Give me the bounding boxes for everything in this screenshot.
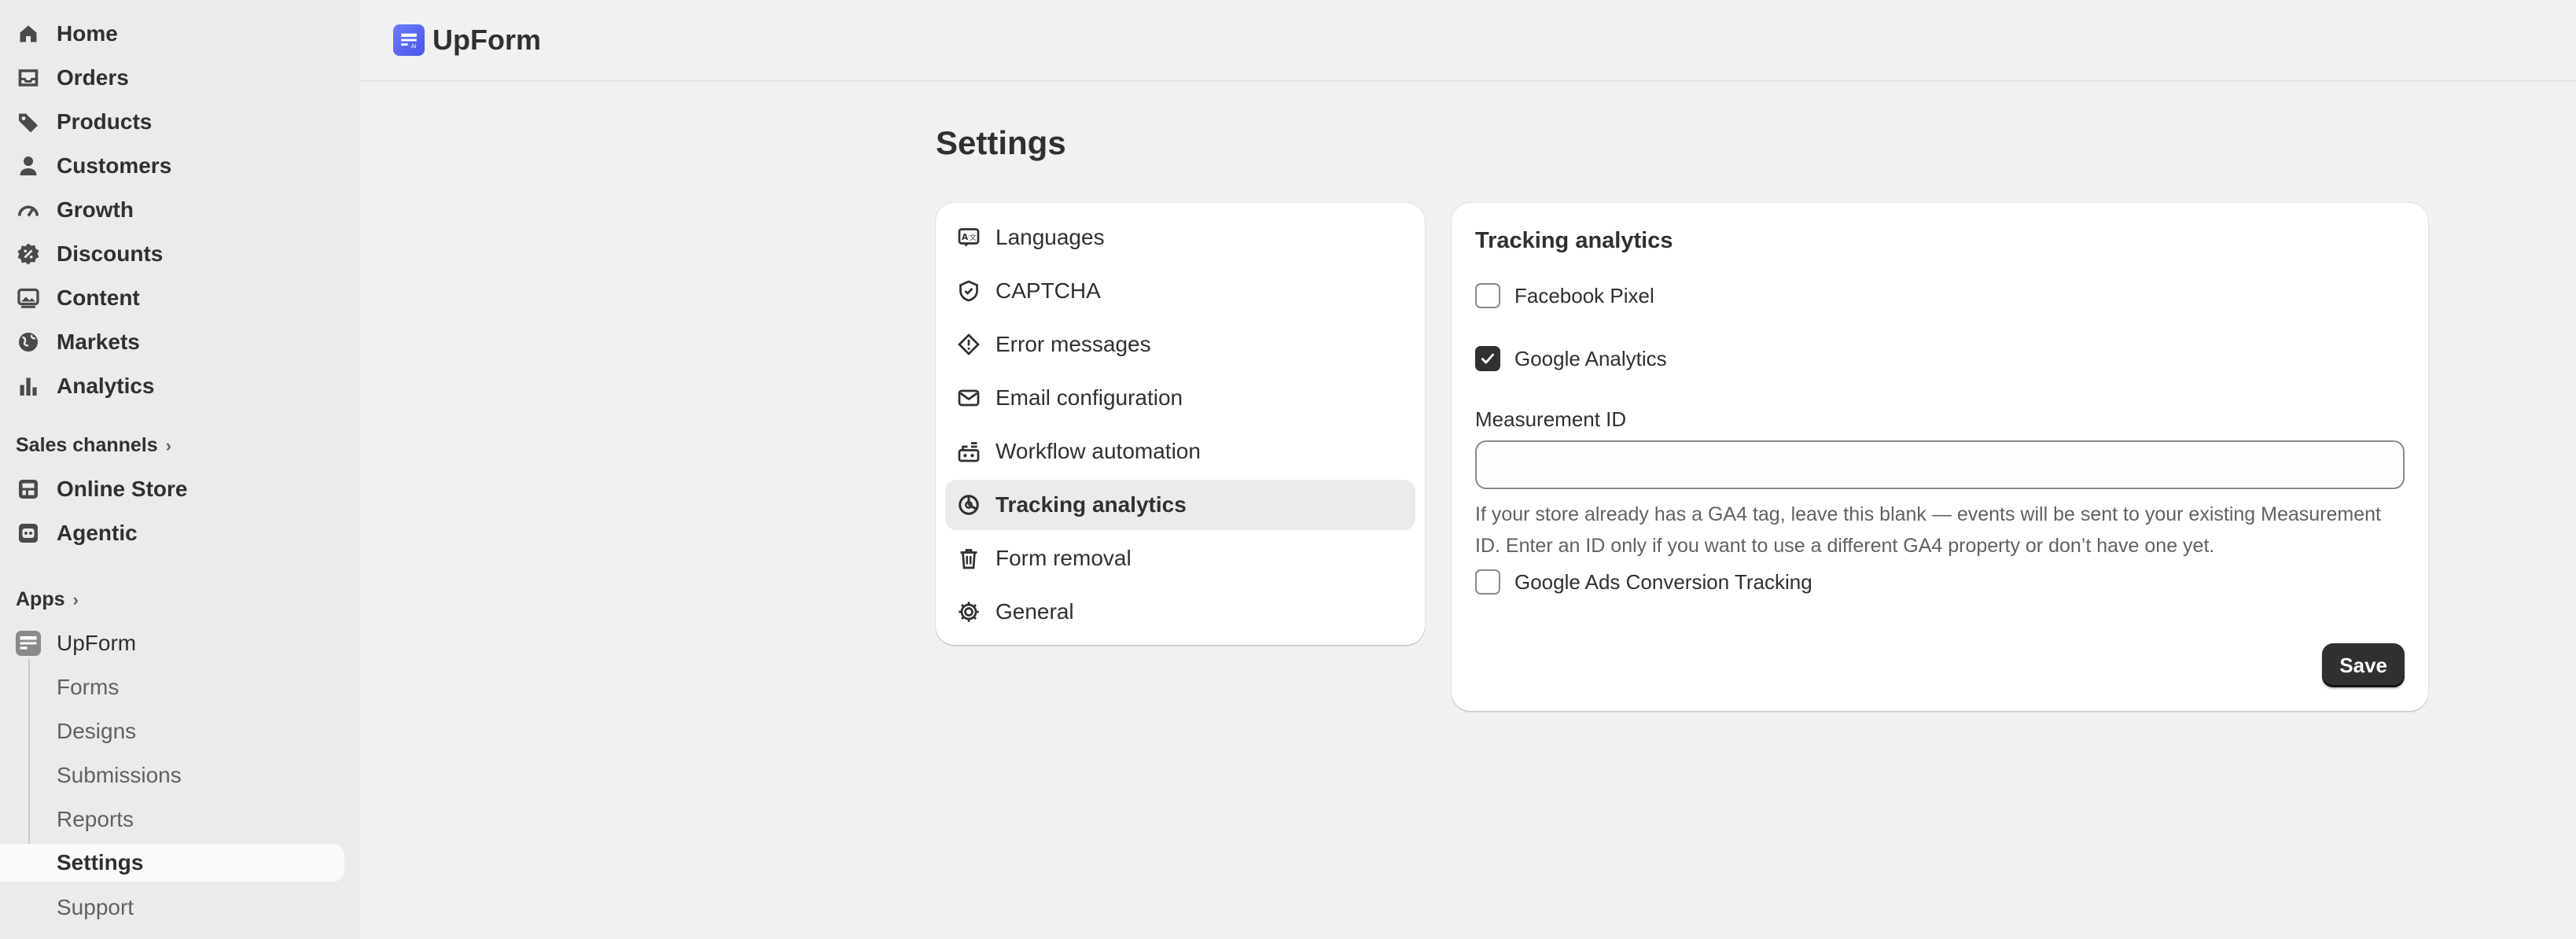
shield-check-icon xyxy=(956,278,981,304)
nav-upform-label: UpForm xyxy=(57,631,137,655)
menu-item-label: CAPTCHA xyxy=(995,278,1101,303)
menu-item-label: Email configuration xyxy=(995,385,1183,410)
nav-agentic-label: Agentic xyxy=(57,521,138,545)
discount-icon xyxy=(16,241,41,267)
sales-channels-label: Sales channels xyxy=(16,434,158,456)
nav-products-label: Products xyxy=(57,109,153,134)
person-icon xyxy=(16,153,41,179)
nav-analytics[interactable]: Analytics xyxy=(0,367,344,405)
google-ads-option[interactable]: Google Ads Conversion Tracking xyxy=(1475,569,1812,595)
subnav-settings[interactable]: Settings xyxy=(0,844,344,882)
nav-agentic[interactable]: Agentic xyxy=(0,514,344,552)
nav-online-store-label: Online Store xyxy=(57,477,188,501)
nav-content-label: Content xyxy=(57,285,140,310)
nav-home-label: Home xyxy=(57,21,118,46)
app-header: AI UpForm xyxy=(360,0,2576,82)
apps-heading[interactable]: Apps › xyxy=(16,588,79,611)
google-analytics-label: Google Analytics xyxy=(1514,346,1667,370)
facebook-pixel-checkbox[interactable] xyxy=(1475,283,1500,308)
svg-text:AI: AI xyxy=(411,43,417,50)
home-icon xyxy=(16,21,41,46)
chevron-right-icon: › xyxy=(72,589,79,609)
automation-icon xyxy=(956,439,981,464)
nav-content[interactable]: Content xyxy=(0,279,344,317)
apps-label: Apps xyxy=(16,588,65,610)
google-analytics-checkbox[interactable] xyxy=(1475,346,1500,371)
measurement-id-input[interactable] xyxy=(1475,440,2405,489)
subnav-submissions[interactable]: Submissions xyxy=(0,757,344,794)
menu-item-general[interactable]: General xyxy=(945,587,1415,637)
globe-icon xyxy=(16,330,41,355)
gauge-icon xyxy=(16,197,41,223)
menu-item-label: Error messages xyxy=(995,332,1151,356)
subnav-reports[interactable]: Reports xyxy=(0,801,344,838)
nav-customers-label: Customers xyxy=(57,153,172,178)
languages-icon: A文 xyxy=(956,225,981,250)
sidebar: Home Orders Products Customers Growth Di… xyxy=(0,0,360,939)
checkmark-icon xyxy=(1481,353,1495,364)
measurement-id-label: Measurement ID xyxy=(1475,407,1627,431)
alert-diamond-icon xyxy=(956,332,981,357)
menu-item-email-configuration[interactable]: Email configuration xyxy=(945,373,1415,423)
chart-pie-icon xyxy=(956,492,981,517)
sales-channels-heading[interactable]: Sales channels › xyxy=(16,434,171,457)
nav-online-store[interactable]: Online Store xyxy=(0,470,344,508)
nav-orders[interactable]: Orders xyxy=(0,59,344,97)
facebook-pixel-label: Facebook Pixel xyxy=(1514,283,1654,307)
store-icon xyxy=(16,477,41,502)
upform-logo-icon: AI xyxy=(393,24,425,56)
nav-markets[interactable]: Markets xyxy=(0,323,344,361)
nav-products[interactable]: Products xyxy=(0,103,344,141)
brand-name: UpForm xyxy=(432,24,541,56)
save-button[interactable]: Save xyxy=(2322,643,2405,687)
svg-text:文: 文 xyxy=(970,233,977,242)
nav-upform-app[interactable]: UpForm xyxy=(0,624,344,662)
google-ads-label: Google Ads Conversion Tracking xyxy=(1514,569,1812,594)
subnav-forms[interactable]: Forms xyxy=(0,668,344,706)
image-icon xyxy=(16,285,41,311)
nav-discounts[interactable]: Discounts xyxy=(0,235,344,273)
inbox-icon xyxy=(16,65,41,90)
trash-icon xyxy=(956,546,981,571)
menu-item-languages[interactable]: A文 Languages xyxy=(945,212,1415,263)
robot-icon xyxy=(16,521,41,546)
menu-item-label: Languages xyxy=(995,225,1105,249)
envelope-icon xyxy=(956,385,981,411)
tracking-analytics-panel: Tracking analytics Facebook Pixel Google… xyxy=(1452,203,2428,711)
nav-orders-label: Orders xyxy=(57,65,129,90)
nav-home[interactable]: Home xyxy=(0,15,344,53)
subnav-support[interactable]: Support xyxy=(0,889,344,926)
tag-icon xyxy=(16,109,41,134)
menu-item-label: Form removal xyxy=(995,546,1132,570)
menu-item-label: General xyxy=(995,599,1074,624)
svg-text:A: A xyxy=(962,233,969,242)
nav-discounts-label: Discounts xyxy=(57,241,164,266)
bar-chart-icon xyxy=(16,374,41,399)
google-ads-checkbox[interactable] xyxy=(1475,569,1500,595)
settings-menu: A文 Languages CAPTCHA Error messages Emai… xyxy=(936,203,1425,645)
nav-analytics-label: Analytics xyxy=(57,374,155,398)
upform-app-icon xyxy=(16,631,41,656)
facebook-pixel-option[interactable]: Facebook Pixel xyxy=(1475,283,1654,308)
menu-item-error-messages[interactable]: Error messages xyxy=(945,319,1415,370)
measurement-id-help: If your store already has a GA4 tag, lea… xyxy=(1475,503,2381,557)
page-title: Settings xyxy=(936,124,1066,161)
menu-item-tracking-analytics[interactable]: Tracking analytics xyxy=(945,480,1415,530)
subnav-designs[interactable]: Designs xyxy=(0,713,344,750)
gear-icon xyxy=(956,599,981,624)
chevron-right-icon: › xyxy=(165,435,171,455)
menu-item-label: Tracking analytics xyxy=(995,492,1187,517)
menu-item-captcha[interactable]: CAPTCHA xyxy=(945,266,1415,316)
nav-growth-label: Growth xyxy=(57,197,134,222)
nav-markets-label: Markets xyxy=(57,330,140,354)
panel-title: Tracking analytics xyxy=(1475,228,1673,253)
nav-customers[interactable]: Customers xyxy=(0,147,344,185)
google-analytics-option[interactable]: Google Analytics xyxy=(1475,346,1667,371)
nav-growth[interactable]: Growth xyxy=(0,191,344,229)
menu-item-label: Workflow automation xyxy=(995,439,1201,463)
menu-item-form-removal[interactable]: Form removal xyxy=(945,533,1415,584)
menu-item-workflow-automation[interactable]: Workflow automation xyxy=(945,426,1415,477)
